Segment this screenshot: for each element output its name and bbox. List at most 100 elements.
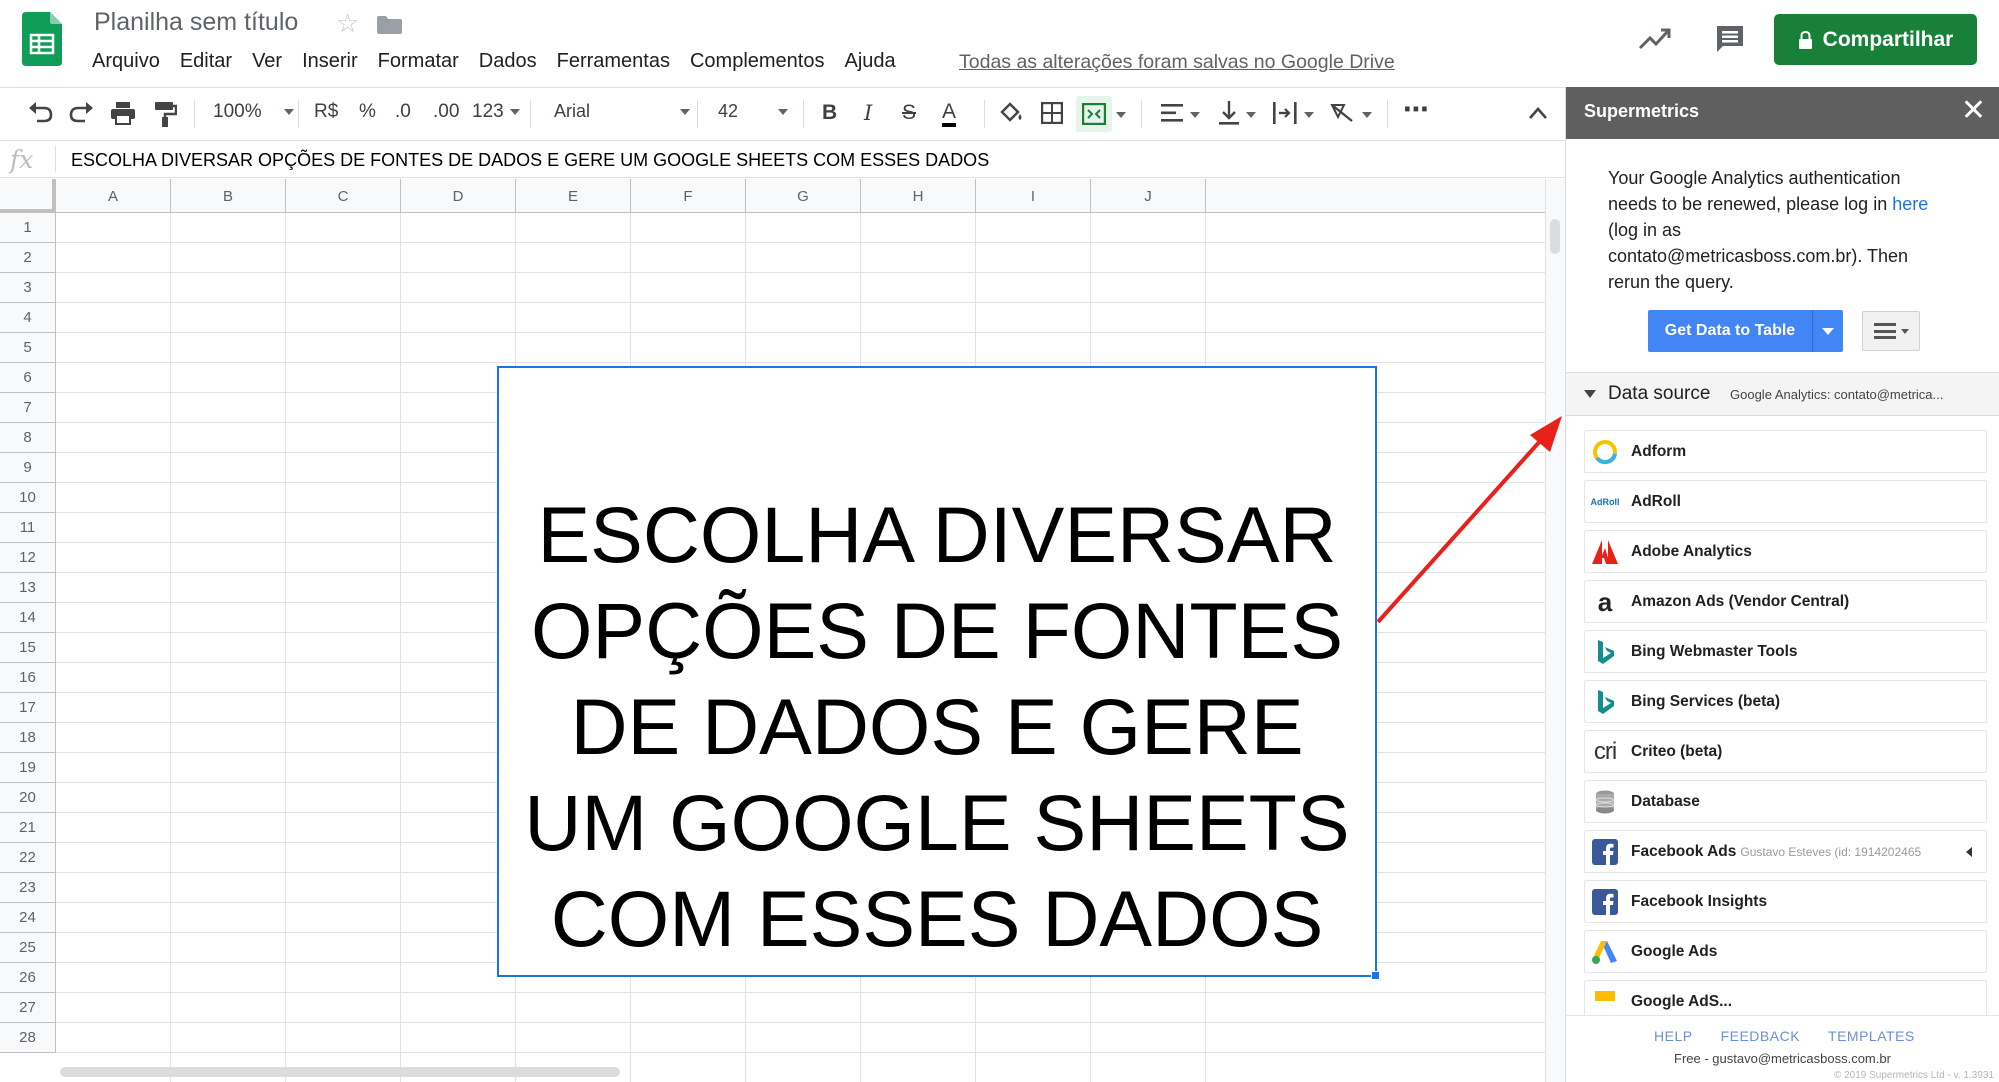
get-data-dropdown-button[interactable]	[1812, 310, 1843, 352]
text-rotation-icon[interactable]	[1330, 101, 1356, 125]
menu-editar[interactable]: Editar	[170, 50, 242, 73]
more-formats-select[interactable]: 123	[472, 101, 520, 123]
row-header-8[interactable]: 8	[0, 423, 56, 453]
borders-icon[interactable]	[1041, 102, 1063, 124]
menu-complementos[interactable]: Complementos	[680, 50, 835, 73]
save-status-link[interactable]: Todas as alterações foram salvas no Goog…	[959, 51, 1395, 74]
redo-icon[interactable]	[68, 102, 94, 124]
row-header-12[interactable]: 12	[0, 543, 56, 573]
get-data-to-table-button[interactable]: Get Data to Table	[1648, 310, 1812, 352]
row-header-17[interactable]: 17	[0, 693, 56, 723]
align-caret-icon[interactable]	[1190, 112, 1200, 118]
undo-icon[interactable]	[28, 102, 54, 124]
row-header-14[interactable]: 14	[0, 603, 56, 633]
datasource-item-google-ads[interactable]: Google AdS...	[1584, 980, 1987, 1017]
menu-arquivo[interactable]: Arquivo	[92, 50, 170, 73]
column-header-a[interactable]: A	[56, 179, 171, 213]
datasource-item-database[interactable]: Database	[1584, 780, 1987, 823]
help-link[interactable]: HELP	[1654, 1028, 1693, 1044]
row-header-24[interactable]: 24	[0, 903, 56, 933]
row-header-21[interactable]: 21	[0, 813, 56, 843]
row-header-18[interactable]: 18	[0, 723, 56, 753]
row-header-15[interactable]: 15	[0, 633, 56, 663]
sheets-logo-icon[interactable]	[22, 12, 62, 66]
datasource-item-adform[interactable]: Adform	[1584, 430, 1987, 473]
font-size-select[interactable]: 42	[718, 101, 789, 122]
menu-ver[interactable]: Ver	[242, 50, 292, 73]
login-link[interactable]: here	[1892, 194, 1928, 214]
italic-button[interactable]: I	[864, 101, 872, 125]
column-header-g[interactable]: G	[746, 179, 861, 213]
row-header-10[interactable]: 10	[0, 483, 56, 513]
percent-format-button[interactable]: %	[359, 101, 376, 123]
font-family-select[interactable]: Arial	[554, 101, 691, 122]
fill-color-icon[interactable]	[998, 101, 1024, 125]
merged-cell-d6-i25[interactable]: ESCOLHA DIVERSAR OPÇÕES DE FONTES DE DAD…	[497, 366, 1377, 977]
column-header-b[interactable]: B	[171, 179, 286, 213]
row-header-7[interactable]: 7	[0, 393, 56, 423]
rotation-caret-icon[interactable]	[1362, 112, 1372, 118]
star-icon[interactable]: ☆	[336, 8, 359, 39]
row-header-13[interactable]: 13	[0, 573, 56, 603]
collapse-toolbar-icon[interactable]	[1528, 106, 1548, 120]
currency-format-button[interactable]: R$	[314, 101, 338, 123]
zoom-select[interactable]: 100%	[213, 101, 294, 123]
horizontal-scroll-thumb[interactable]	[60, 1067, 620, 1077]
menu-ferramentas[interactable]: Ferramentas	[547, 50, 680, 73]
feedback-link[interactable]: FEEDBACK	[1721, 1028, 1800, 1044]
text-color-button[interactable]: A	[942, 101, 957, 127]
column-header-d[interactable]: D	[401, 179, 516, 213]
column-header-e[interactable]: E	[516, 179, 631, 213]
templates-link[interactable]: TEMPLATES	[1828, 1028, 1915, 1044]
row-header-11[interactable]: 11	[0, 513, 56, 543]
datasource-item-facebook-insights[interactable]: Facebook Insights	[1584, 880, 1987, 923]
select-all-corner[interactable]	[0, 179, 56, 213]
row-header-6[interactable]: 6	[0, 363, 56, 393]
menu-dados[interactable]: Dados	[469, 50, 547, 73]
row-header-4[interactable]: 4	[0, 303, 56, 333]
datasource-item-adroll[interactable]: AdRoll AdRoll	[1584, 480, 1987, 523]
wrap-caret-icon[interactable]	[1304, 112, 1314, 118]
menu-formatar[interactable]: Formatar	[368, 50, 469, 73]
column-header-j[interactable]: J	[1091, 179, 1206, 213]
document-title[interactable]: Planilha sem título	[94, 8, 298, 37]
datasource-item-google-ads[interactable]: Google Ads	[1584, 930, 1987, 973]
comment-icon[interactable]	[1714, 23, 1746, 55]
row-header-20[interactable]: 20	[0, 783, 56, 813]
decrease-decimal-button[interactable]: .0	[395, 101, 411, 123]
horizontal-align-icon[interactable]	[1160, 103, 1184, 123]
folder-icon[interactable]	[377, 16, 402, 34]
vertical-scroll-thumb[interactable]	[1550, 219, 1560, 254]
row-header-27[interactable]: 27	[0, 993, 56, 1023]
datasource-toggle[interactable]: Data source Google Analytics: contato@me…	[1566, 372, 1999, 416]
row-header-28[interactable]: 28	[0, 1023, 56, 1053]
datasource-item-amazon-ads-vendor-central[interactable]: a Amazon Ads (Vendor Central)	[1584, 580, 1987, 623]
menu-inserir[interactable]: Inserir	[292, 50, 368, 73]
activity-trend-icon[interactable]	[1638, 24, 1672, 52]
row-header-5[interactable]: 5	[0, 333, 56, 363]
expand-left-icon[interactable]	[1966, 847, 1972, 857]
datasource-item-adobe-analytics[interactable]: Adobe Analytics	[1584, 530, 1987, 573]
strikethrough-button[interactable]: S	[902, 101, 916, 125]
row-header-2[interactable]: 2	[0, 243, 56, 273]
datasource-item-facebook-ads[interactable]: Facebook Ads Gustavo Esteves (id: 1914202…	[1584, 830, 1987, 873]
bold-button[interactable]: B	[822, 101, 837, 125]
menu-ajuda[interactable]: Ajuda	[835, 50, 906, 73]
valign-caret-icon[interactable]	[1246, 112, 1256, 118]
increase-decimal-button[interactable]: .00	[433, 101, 459, 123]
datasource-item-criteo-beta[interactable]: cri Criteo (beta)	[1584, 730, 1987, 773]
row-header-1[interactable]: 1	[0, 213, 56, 243]
print-icon[interactable]	[110, 101, 136, 125]
options-menu-button[interactable]	[1862, 311, 1920, 351]
vertical-align-icon[interactable]	[1218, 100, 1240, 126]
merge-cells-button[interactable]	[1076, 96, 1112, 132]
datasource-item-bing-services-beta[interactable]: Bing Services (beta)	[1584, 680, 1987, 723]
row-header-3[interactable]: 3	[0, 273, 56, 303]
close-icon[interactable]: ✕	[1961, 96, 1986, 126]
share-button[interactable]: Compartilhar	[1774, 14, 1977, 65]
vertical-scrollbar[interactable]	[1545, 179, 1565, 1082]
text-wrapping-icon[interactable]	[1272, 101, 1298, 125]
row-header-25[interactable]: 25	[0, 933, 56, 963]
row-header-19[interactable]: 19	[0, 753, 56, 783]
paint-format-icon[interactable]	[153, 101, 177, 127]
